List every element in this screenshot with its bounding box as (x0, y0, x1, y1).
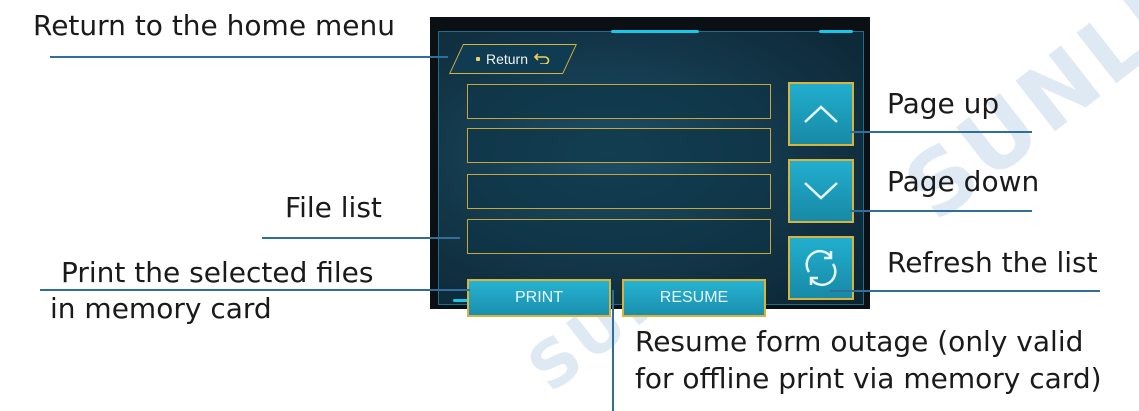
file-row-1[interactable] (467, 84, 771, 119)
file-row-4[interactable] (467, 219, 771, 254)
callout-page-down: Page down (887, 165, 1040, 198)
return-label: Return (485, 51, 529, 67)
callout-resume-line2: for offline print via memory card) (635, 362, 1102, 395)
file-row-3[interactable] (467, 174, 771, 209)
leader-file-list (262, 237, 460, 239)
chevron-down-icon (804, 182, 838, 200)
resume-button[interactable]: RESUME (622, 279, 766, 317)
leader-print (40, 289, 470, 291)
leader-page-down (850, 210, 1032, 212)
callout-print-line2: in memory card (50, 292, 272, 325)
leader-resume (612, 290, 614, 411)
return-arrow-icon (533, 51, 550, 67)
callout-file-list: File list (285, 191, 382, 224)
leader-refresh (830, 290, 1100, 292)
callout-resume-line1: Resume form outage (only valid (635, 325, 1084, 358)
return-button[interactable]: Return (449, 44, 577, 74)
chevron-up-icon (804, 105, 838, 123)
callout-refresh: Refresh the list (887, 246, 1098, 279)
callout-page-up: Page up (887, 87, 1000, 120)
callout-print-line1: Print the selected files (61, 256, 374, 289)
callout-return-home: Return to the home menu (33, 9, 395, 42)
printer-screen: Return PRINT RESUME (430, 17, 870, 317)
file-row-2[interactable] (467, 128, 771, 163)
accent-bar-top-right (819, 30, 853, 33)
page-down-button[interactable] (788, 159, 854, 223)
print-button[interactable]: PRINT (467, 279, 611, 317)
refresh-icon (805, 249, 837, 287)
page-up-button[interactable] (788, 82, 854, 146)
bullet-icon (475, 57, 480, 61)
accent-bar-top (611, 30, 699, 33)
screen-panel: Return PRINT RESUME (438, 30, 864, 317)
leader-return-home (50, 56, 448, 58)
leader-page-up (850, 131, 1032, 133)
